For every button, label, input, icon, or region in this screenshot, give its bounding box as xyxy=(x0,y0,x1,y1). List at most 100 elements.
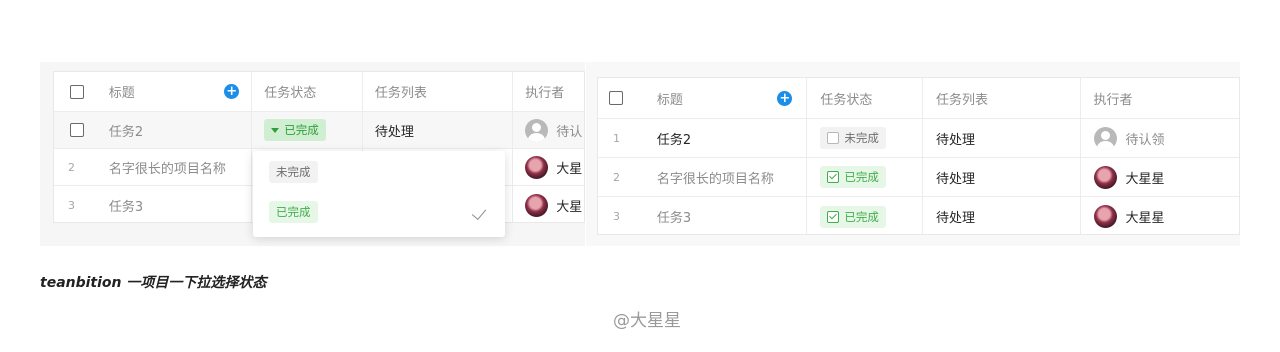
header-list-cell: 任务列表 xyxy=(363,72,514,111)
caret-down-icon xyxy=(271,127,280,133)
select-all-checkbox[interactable] xyxy=(70,84,85,99)
checked-box-icon xyxy=(827,171,840,183)
row-index: 3 xyxy=(613,210,620,223)
table-header-row: 标题 + 任务状态 任务列表 执行者 xyxy=(54,72,584,112)
row-list-cell: 待处理 xyxy=(363,112,514,148)
row-list-cell: 待处理 xyxy=(923,119,1081,157)
row-status-cell: 未完成 xyxy=(807,119,923,157)
row-list[interactable]: 待处理 xyxy=(936,129,975,148)
avatar-placeholder-icon xyxy=(525,118,549,142)
header-assignee-cell: 执行者 xyxy=(513,72,584,111)
dropdown-option-complete[interactable]: 已完成 xyxy=(269,201,318,223)
header-list-cell: 任务列表 xyxy=(923,78,1081,118)
row-assignee-cell[interactable]: 大星星 xyxy=(1081,197,1240,234)
row-title-cell: 名字很长的项目名称 xyxy=(101,149,253,185)
header-assignee: 执行者 xyxy=(1093,92,1133,108)
row-list-cell: 待处理 xyxy=(923,158,1081,196)
row-list[interactable]: 待处理 xyxy=(936,207,975,226)
row-index: 3 xyxy=(68,198,75,212)
row-title[interactable]: 任务2 xyxy=(109,121,143,140)
right-task-table: 标题 + 任务状态 任务列表 执行者 1 任务2 未完成 待处理 待认领 2 名… xyxy=(597,77,1240,235)
header-title: 标题 xyxy=(108,86,135,101)
row-index: 2 xyxy=(68,160,75,174)
row-assignee: 待认领 xyxy=(1125,132,1165,148)
status-label: 未完成 xyxy=(844,131,879,145)
header-status: 任务状态 xyxy=(264,86,317,101)
avatar xyxy=(1093,205,1117,228)
status-label: 已完成 xyxy=(284,123,319,137)
header-title: 标题 xyxy=(656,92,683,108)
status-label: 已完成 xyxy=(844,209,879,224)
header-status-cell: 任务状态 xyxy=(807,78,924,118)
row-assignee: 待认 xyxy=(556,124,583,140)
row-assignee-cell[interactable]: 待认领 xyxy=(1081,119,1240,157)
row-select-cell xyxy=(54,112,101,148)
checked-box-icon xyxy=(827,210,840,223)
row-title-cell: 任务3 xyxy=(648,197,808,234)
watermark: @大星星 xyxy=(613,311,681,331)
row-assignee-cell[interactable]: 大星星 xyxy=(1081,158,1240,196)
avatar xyxy=(525,155,549,179)
header-status: 任务状态 xyxy=(820,92,873,108)
row-title[interactable]: 任务3 xyxy=(657,207,691,226)
row-index: 1 xyxy=(613,131,620,145)
select-all-cell xyxy=(598,78,648,118)
select-all-checkbox[interactable] xyxy=(609,91,623,105)
status-dropdown-menu: 未完成 已完成 xyxy=(253,151,505,237)
header-list: 任务列表 xyxy=(936,92,989,108)
row-checkbox[interactable] xyxy=(70,123,85,137)
dropdown-option-incomplete[interactable]: 未完成 xyxy=(269,161,318,183)
row-status-cell: 已完成 xyxy=(807,197,923,234)
row-index-cell: 2 xyxy=(598,158,648,196)
status-badge[interactable]: 已完成 xyxy=(820,205,886,228)
row-index-cell: 3 xyxy=(598,197,648,234)
avatar-placeholder-icon xyxy=(1093,126,1117,150)
row-title[interactable]: 任务3 xyxy=(109,196,143,215)
row-assignee: 大星星 xyxy=(1125,211,1165,226)
row-list-cell: 待处理 xyxy=(923,197,1081,234)
table-row[interactable]: 3 任务3 已完成 待处理 大星星 xyxy=(598,197,1240,234)
row-assignee-cell[interactable]: 待认 xyxy=(513,112,584,148)
row-assignee: 大星星 xyxy=(1125,171,1165,187)
row-assignee: 大星 xyxy=(556,161,583,177)
header-list: 任务列表 xyxy=(374,86,427,101)
row-index-cell: 1 xyxy=(598,119,648,157)
row-assignee-cell[interactable]: 大星 xyxy=(513,186,584,222)
row-title-cell: 任务3 xyxy=(101,186,253,222)
row-list[interactable]: 待处理 xyxy=(936,168,975,187)
header-assignee: 执行者 xyxy=(525,86,565,101)
row-title[interactable]: 名字很长的项目名称 xyxy=(109,158,226,177)
row-index: 2 xyxy=(613,170,620,184)
row-list[interactable]: 待处理 xyxy=(375,121,414,140)
row-title-cell: 名字很长的项目名称 xyxy=(648,158,808,196)
row-status-cell: 已完成 xyxy=(807,158,923,196)
unchecked-box-icon xyxy=(827,132,840,144)
plus-circle-icon[interactable]: + xyxy=(224,84,240,99)
row-title-cell: 任务2 xyxy=(101,112,253,148)
status-badge[interactable]: 已完成 xyxy=(820,166,886,188)
header-title-cell: 标题 + xyxy=(648,78,808,118)
status-dropdown-trigger[interactable]: 已完成 xyxy=(264,119,326,141)
caption: teanbition 一项目一下拉选择状态 xyxy=(40,275,267,291)
header-assignee-cell: 执行者 xyxy=(1081,78,1239,118)
table-row[interactable]: 2 名字很长的项目名称 已完成 待处理 大星星 xyxy=(598,158,1239,197)
row-title[interactable]: 任务2 xyxy=(657,129,691,148)
select-all-cell xyxy=(54,72,101,111)
row-index-cell: 3 xyxy=(54,186,101,222)
plus-circle-icon[interactable]: + xyxy=(777,90,793,106)
header-title-cell: 标题 + xyxy=(101,72,253,111)
row-title[interactable]: 名字很长的项目名称 xyxy=(657,168,774,187)
table-row[interactable]: 1 任务2 未完成 待处理 待认领 xyxy=(598,119,1239,158)
status-badge[interactable]: 未完成 xyxy=(820,127,886,149)
row-status-cell: 已完成 xyxy=(252,112,363,148)
row-assignee-cell[interactable]: 大星 xyxy=(513,149,584,185)
avatar xyxy=(525,193,549,217)
status-label: 已完成 xyxy=(844,170,879,184)
header-status-cell: 任务状态 xyxy=(252,72,363,111)
row-title-cell: 任务2 xyxy=(648,119,808,157)
avatar xyxy=(1093,165,1117,189)
table-row[interactable]: 任务2 已完成 待处理 待认 xyxy=(54,112,584,149)
row-assignee: 大星 xyxy=(556,199,583,215)
table-header-row: 标题 + 任务状态 任务列表 执行者 xyxy=(598,78,1239,119)
row-index-cell: 2 xyxy=(54,149,101,185)
